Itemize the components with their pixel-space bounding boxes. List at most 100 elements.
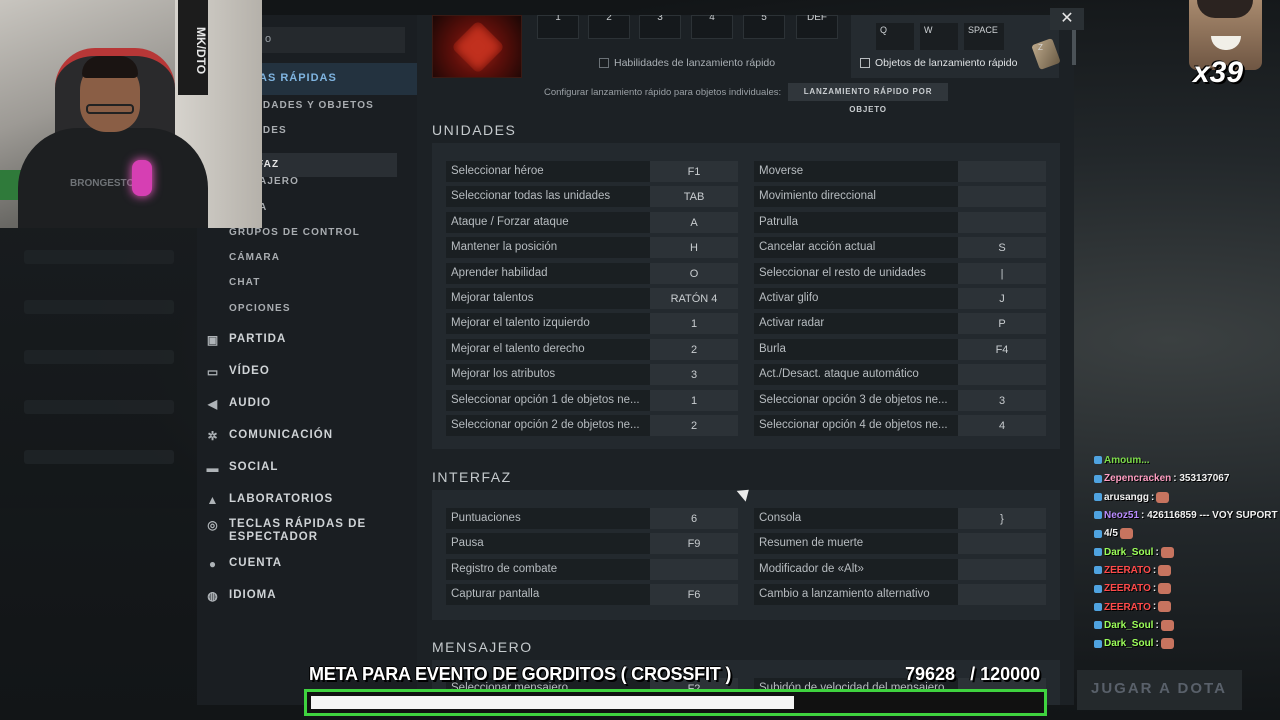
hotkey-binding-field[interactable] — [650, 558, 738, 580]
sidebar-item-label: PARTIDA — [229, 333, 287, 345]
hotkey-binding-field[interactable] — [958, 584, 1046, 606]
hotkey-binding-field[interactable]: 3 — [958, 389, 1046, 411]
quickcast-abilities-checkbox[interactable] — [599, 58, 609, 68]
panel-scrollbar[interactable] — [1072, 30, 1076, 65]
chat-username: ZEERATO — [1104, 564, 1151, 576]
chat-badge-icon — [1094, 529, 1102, 538]
sidebar-subitem[interactable]: IDES — [259, 125, 287, 136]
sidebar-item-audio[interactable]: ◀ AUDIO — [205, 397, 369, 411]
hotkey-row: Mejorar talentos RATÓN 4 — [446, 288, 738, 309]
sidebar-item-social[interactable]: ▬ SOCIAL — [205, 461, 369, 475]
quickcast-per-item-button[interactable]: LANZAMIENTO RÁPIDO POR OBJETO — [788, 83, 948, 114]
sidebar-item-idioma[interactable]: ◍ IDIOMA — [205, 589, 369, 603]
sidebar-subitem[interactable]: AJERO — [259, 176, 299, 187]
hotkey-binding-field[interactable]: F4 — [958, 338, 1046, 360]
sidebar-subitem[interactable]: CÁMARA — [229, 252, 280, 263]
sidebar-item-vídeo[interactable]: ▭ VÍDEO — [205, 365, 369, 379]
hotkey-binding-field[interactable] — [958, 161, 1046, 182]
ability-key-1[interactable]: 1 — [537, 15, 579, 39]
sidebar-subitem[interactable]: GRUPOS DE CONTROL — [229, 227, 360, 238]
hotkey-binding-field[interactable]: } — [958, 508, 1046, 529]
chat-badge-icon — [1094, 602, 1102, 611]
sidebar-item-cuenta[interactable]: ● CUENTA — [205, 557, 369, 571]
ability-key-5[interactable]: 5 — [743, 15, 785, 39]
hotkey-binding-field[interactable]: P — [958, 313, 1046, 335]
hotkey-action-name: Mejorar el talento derecho — [446, 338, 650, 360]
close-button[interactable]: ✕ — [1050, 8, 1084, 30]
section-title-mensajero: MENSAJERO — [432, 639, 533, 655]
stream-chat: Amoum... Zepencracken: 353137067 arusangg:… — [1092, 455, 1280, 655]
hotkey-binding-field[interactable]: S — [958, 237, 1046, 259]
sidebar-item-teclas[interactable]: ◎ TECLAS RÁPIDAS DE ESPECTADOR — [205, 518, 369, 544]
chat-text: : — [1152, 601, 1157, 613]
quickcast-items-checkbox[interactable] — [860, 58, 870, 68]
item-key-q[interactable]: Q — [876, 23, 914, 50]
sidebar-subitem[interactable]: CHAT — [229, 277, 260, 288]
hero-portrait — [432, 15, 522, 78]
sidebar-subitem[interactable]: OPCIONES — [229, 303, 291, 314]
sidebar-item-laboratorios[interactable]: ▲ LABORATORIOS — [205, 493, 369, 507]
hotkey-binding-field[interactable]: F6 — [650, 584, 738, 606]
hotkey-action-name: Movimiento direccional — [754, 186, 958, 208]
chat-badge-icon — [1094, 639, 1102, 648]
sidebar-item-partida[interactable]: ▣ PARTIDA — [205, 333, 369, 347]
hotkey-row: Cancelar acción actual S — [754, 237, 1046, 259]
sidebar-item-comunicación[interactable]: ✲ COMUNICACIÓN — [205, 429, 369, 443]
webcam-banner: MK/DTO — [178, 0, 208, 95]
hotkey-binding-field[interactable]: 2 — [650, 338, 738, 360]
hotkey-binding-field[interactable]: | — [958, 262, 1046, 284]
hotkey-binding-field[interactable]: F9 — [650, 533, 738, 555]
hotkey-binding-field[interactable]: RATÓN 4 — [650, 288, 738, 309]
hotkey-binding-field[interactable]: F1 — [650, 161, 738, 182]
chat-badge-icon — [1094, 511, 1102, 520]
combo-counter: x39 — [1193, 56, 1244, 89]
hotkey-binding-field[interactable] — [958, 533, 1046, 555]
hotkey-binding-field[interactable]: 6 — [650, 508, 738, 529]
hotkey-binding-field[interactable]: 1 — [650, 389, 738, 411]
sidebar-subitem[interactable]: IDADES Y OBJETOS — [259, 100, 374, 111]
hotkey-binding-field[interactable] — [958, 364, 1046, 386]
hotkey-row: Seleccionar todas las unidades TAB — [446, 186, 738, 208]
ability-key-2[interactable]: 2 — [588, 15, 630, 39]
chat-username: Dark_Soul — [1104, 619, 1154, 631]
hotkey-binding-field[interactable]: 1 — [650, 313, 738, 335]
hotkey-binding-field[interactable]: J — [958, 288, 1046, 309]
hotkey-row: Activar glifo J — [754, 288, 1046, 309]
chat-badge-icon — [1094, 548, 1102, 556]
ability-key-4[interactable]: 4 — [691, 15, 733, 39]
hotkey-row: Aprender habilidad O — [446, 262, 738, 284]
chat-text: 4/5 — [1104, 528, 1118, 540]
chat-text: : 426116859 --- VOY SUPORT — [1141, 509, 1278, 521]
hotkey-row: Seleccionar héroe F1 — [446, 161, 738, 182]
hotkey-action-name: Consola — [754, 508, 958, 529]
ability-key-3[interactable]: 3 — [639, 15, 681, 39]
hotkey-action-name: Activar radar — [754, 313, 958, 335]
chat-message: ZEERATO: — [1094, 564, 1172, 576]
goal-progress-fill — [311, 696, 795, 709]
sidebar-item-label: VÍDEO — [229, 365, 270, 377]
hotkey-binding-field[interactable]: O — [650, 262, 738, 284]
hotkey-action-name: Puntuaciones — [446, 508, 650, 529]
play-dota-button[interactable]: JUGAR A DOTA — [1077, 670, 1242, 710]
hotkey-binding-field[interactable]: TAB — [650, 186, 738, 208]
hotkey-binding-field[interactable]: H — [650, 237, 738, 259]
hotkey-binding-field[interactable] — [958, 558, 1046, 580]
ability-key-6[interactable]: DEF — [796, 15, 838, 39]
item-key-space[interactable]: SPACE — [964, 23, 1004, 50]
hotkey-row: Resumen de muerte — [754, 533, 1046, 555]
hotkey-binding-field[interactable]: 3 — [650, 364, 738, 386]
hotkey-binding-field[interactable]: A — [650, 211, 738, 233]
hotkey-action-name: Mejorar el talento izquierdo — [446, 313, 650, 335]
hotkey-binding-field[interactable]: 2 — [650, 415, 738, 436]
hotkey-row: Act./Desact. ataque automático — [754, 364, 1046, 386]
hotkey-binding-field[interactable] — [958, 211, 1046, 233]
sidebar-item-label: COMUNICACIÓN — [229, 429, 333, 441]
hotkey-binding-field[interactable]: 4 — [958, 415, 1046, 436]
hotkey-row: Registro de combate — [446, 558, 738, 580]
chat-message: Zepencracken: 353137067 — [1094, 473, 1229, 484]
hotkey-row: Modificador de «Alt» — [754, 558, 1046, 580]
hotkey-row: Seleccionar opción 4 de objetos ne... 4 — [754, 415, 1046, 436]
settings-search-input[interactable]: o — [257, 27, 405, 53]
item-key-w[interactable]: W — [920, 23, 958, 50]
hotkey-binding-field[interactable] — [958, 186, 1046, 208]
